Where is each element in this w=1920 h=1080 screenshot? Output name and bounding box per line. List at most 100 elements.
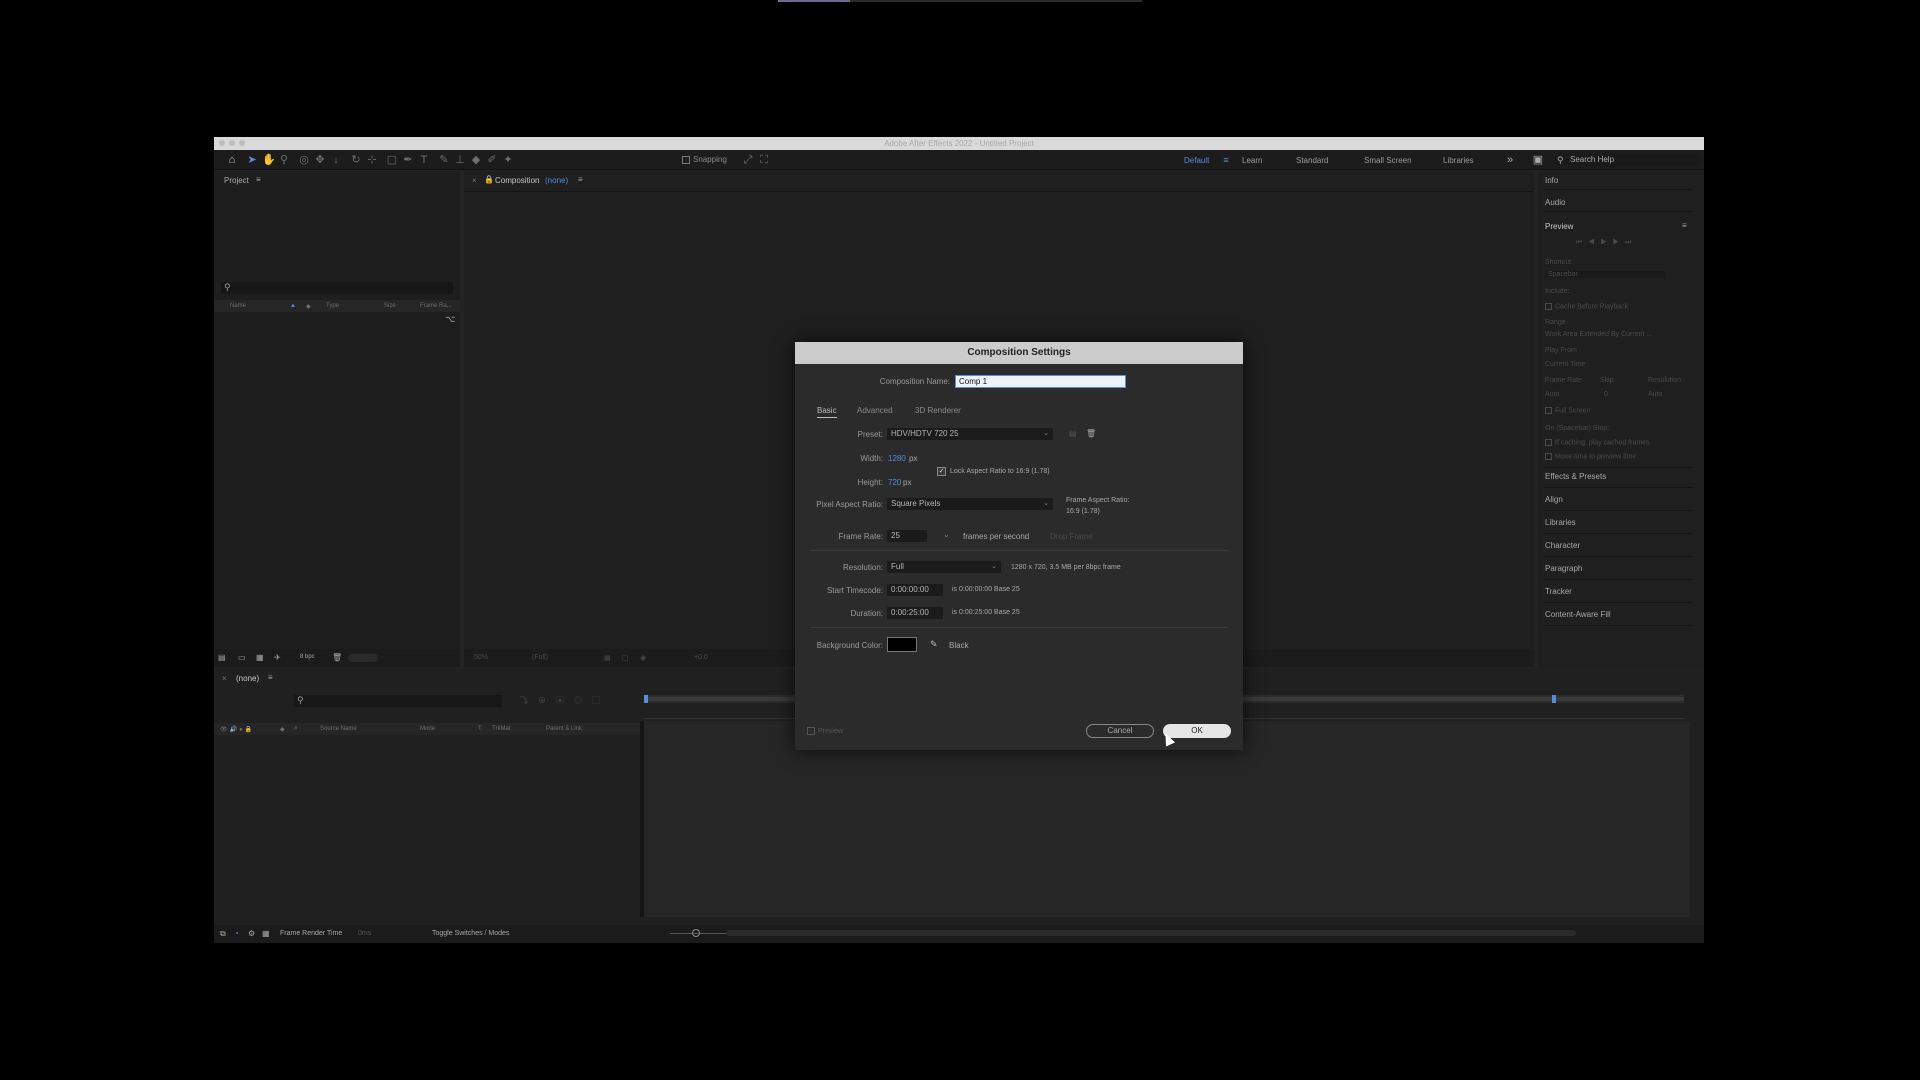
hand-tool-icon[interactable]: ✋ (262, 154, 276, 166)
timeline-tab[interactable]: (none) (236, 674, 259, 683)
timeline-menu-icon[interactable]: ≡ (268, 673, 273, 682)
preview-menu-icon[interactable]: ≡ (1682, 221, 1692, 230)
preview-option[interactable]: Preview (807, 727, 843, 735)
snapping-toggle[interactable]: Snapping (682, 155, 727, 164)
resolution-dropdown[interactable]: Auto (1648, 391, 1662, 398)
show-snapshot-icon[interactable]: ◉ (640, 654, 646, 662)
flowchart-icon[interactable]: ⌥ (445, 314, 455, 325)
close-timeline-tab-icon[interactable]: × (222, 674, 227, 683)
checkbox[interactable] (1545, 303, 1552, 310)
eraser-tool-icon[interactable]: ◆ (470, 154, 482, 166)
toggle-transfer-controls-icon[interactable]: ▦ (262, 929, 270, 938)
resolution-dropdown[interactable]: (Full) (532, 654, 548, 661)
resolution-dropdown[interactable]: Full ⌄ (887, 561, 1001, 573)
composition-name[interactable]: (none) (545, 176, 568, 185)
region-of-interest-icon[interactable]: ▢ (622, 654, 629, 662)
column-source-name[interactable]: Source Name (320, 726, 357, 732)
column-parent-link[interactable]: Parent & Link (546, 726, 582, 732)
adjust-project-settings-icon[interactable]: ✈ (274, 653, 281, 662)
checkbox[interactable] (1545, 439, 1552, 446)
navigator-end-handle[interactable] (1552, 695, 1556, 703)
audio-panel-tab[interactable]: Audio (1545, 198, 1695, 207)
timeline-search-input[interactable]: ⚲ (294, 695, 502, 707)
toggle-motion-blur-icon[interactable]: ◔ (234, 929, 239, 938)
selection-tool-icon[interactable]: ➤ (246, 154, 258, 166)
exposure-value[interactable]: +0.0 (694, 654, 708, 661)
eyedropper-icon[interactable]: ✎ (930, 639, 938, 650)
zoom-slider-thumb[interactable] (692, 929, 700, 937)
workspace-default[interactable]: Default (1184, 156, 1209, 165)
snapping-checkbox[interactable] (682, 155, 690, 164)
effects-presets-tab[interactable]: Effects & Presets (1545, 472, 1695, 481)
pixel-aspect-dropdown[interactable]: Square Pixels ⌄ (887, 498, 1053, 510)
roto-brush-tool-icon[interactable]: ✐ (486, 154, 498, 166)
thumbnail-slider[interactable] (348, 654, 378, 662)
save-preset-icon[interactable]: ▤ (1069, 429, 1077, 438)
timeline-scrollbar[interactable] (726, 930, 1576, 936)
timeline-divider[interactable] (640, 721, 644, 917)
orbit-tool-icon[interactable]: ◎ (298, 154, 310, 166)
cancel-button[interactable]: Cancel (1086, 724, 1154, 738)
playback-controls[interactable]: ⏮◀▶▶⏭ (1576, 239, 1637, 247)
align-tab[interactable]: Align (1545, 495, 1695, 504)
brush-tool-icon[interactable]: ✎ (438, 154, 450, 166)
bpc-label[interactable]: 8 bpc (300, 654, 315, 660)
clone-stamp-tool-icon[interactable]: ⊥ (454, 154, 466, 166)
composition-name-input[interactable] (955, 375, 1126, 388)
composition-menu-icon[interactable]: ≡ (578, 175, 583, 184)
preview-panel-title[interactable]: Preview (1545, 222, 1695, 231)
more-workspaces-icon[interactable]: » (1504, 154, 1516, 166)
column-mode[interactable]: Mode (420, 726, 435, 732)
timeline-track-area[interactable] (644, 721, 1690, 917)
pan-tool-icon[interactable]: ✥ (314, 154, 326, 166)
render-settings-icon[interactable]: ⚙ (248, 929, 255, 938)
snap-options-icon[interactable]: ⤢ (742, 154, 754, 166)
height-value[interactable]: 720 (888, 478, 901, 487)
sync-settings-icon[interactable]: ▣ (1532, 154, 1544, 166)
snap-expand-icon[interactable]: ⛶ (758, 154, 770, 166)
tracker-tab[interactable]: Tracker (1545, 587, 1695, 596)
puppet-tool-icon[interactable]: ✦ (502, 154, 514, 166)
duration-input[interactable]: 0:00:25:00 (887, 607, 943, 619)
checkbox[interactable] (1545, 453, 1552, 460)
workspace-learn[interactable]: Learn (1242, 156, 1262, 165)
start-timecode-input[interactable]: 0:00:00:00 (887, 584, 943, 596)
column-name[interactable]: Name (230, 303, 246, 309)
column-trkmat[interactable]: TrkMat (492, 726, 510, 732)
column-type[interactable]: Type (326, 303, 339, 309)
preview-checkbox[interactable] (807, 727, 815, 735)
frame-rate-input[interactable]: 25 (887, 530, 927, 542)
background-color-swatch[interactable] (887, 637, 917, 652)
skip-value[interactable]: 0 (1604, 391, 1608, 398)
project-search-input[interactable]: ⚲ (221, 282, 453, 294)
label-tag-icon[interactable]: ◆ (280, 726, 285, 733)
navigator-start-handle[interactable] (644, 695, 648, 703)
project-panel-menu-icon[interactable]: ≡ (256, 175, 261, 184)
frame-rate-chevron-icon[interactable]: ⌄ (943, 530, 950, 539)
zoom-tool-icon[interactable]: ⚲ (278, 154, 290, 166)
shortcut-dropdown[interactable]: Spacebar (1545, 271, 1665, 278)
move-time-option[interactable]: Move time to preview time (1545, 453, 1636, 460)
preset-dropdown[interactable]: HDV/HDTV 720 25 ⌄ (887, 428, 1053, 440)
workspace-small-screen[interactable]: Small Screen (1364, 156, 1412, 165)
composition-title[interactable]: Composition (495, 176, 539, 185)
full-screen-option[interactable]: Full Screen (1545, 407, 1590, 414)
delete-icon[interactable]: 🗑 (332, 653, 342, 662)
frame-rate-dropdown[interactable]: Auto (1545, 391, 1559, 398)
new-folder-icon[interactable]: ▭ (238, 653, 246, 662)
close-comp-tab-icon[interactable]: × (472, 176, 477, 185)
workspace-menu-icon[interactable]: ≡ (1220, 154, 1232, 166)
content-aware-fill-tab[interactable]: Content-Aware Fill (1545, 610, 1695, 619)
rotation-tool-icon[interactable]: ↻ (350, 154, 362, 166)
dolly-tool-icon[interactable]: ↓ (330, 154, 342, 166)
av-switches-icons[interactable]: 👁🔊●🔒 (220, 726, 254, 733)
label-tag-icon[interactable]: ◆ (306, 303, 311, 310)
range-dropdown[interactable]: Work Area Extended By Current ... (1545, 331, 1695, 338)
lock-icon[interactable]: 🔒 (484, 175, 494, 184)
project-panel-title[interactable]: Project (224, 176, 249, 185)
toggle-switches-modes[interactable]: Toggle Switches / Modes (432, 930, 509, 937)
pan-behind-tool-icon[interactable]: ⊹ (366, 154, 378, 166)
magnification-dropdown[interactable]: 50% (474, 654, 488, 661)
search-help-field[interactable]: ⚲ Search Help (1554, 154, 1700, 166)
pen-tool-icon[interactable]: ✒ (402, 154, 414, 166)
